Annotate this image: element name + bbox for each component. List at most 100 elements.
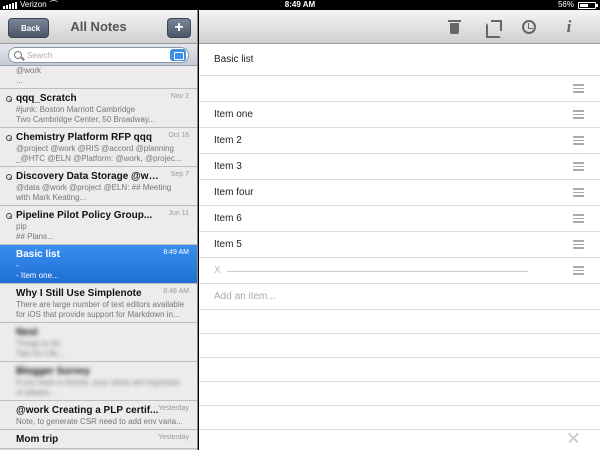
checklist-item[interactable]: Item one [199, 102, 600, 128]
checklist-item-text: Item one [214, 109, 253, 120]
ruled-line [199, 310, 600, 334]
note-preview-line: Tips for Life... [16, 349, 65, 358]
note-title: Blogger Survey [16, 366, 90, 377]
search-icon [14, 51, 22, 59]
note-list-item[interactable]: Chemistry Platform RFP qqq Oct 16 @project… [0, 128, 197, 167]
note-list-item[interactable]: Nest Things to do Tips for Life... [0, 323, 197, 362]
drag-handle-icon[interactable] [573, 240, 584, 249]
note-preview-line: plp [16, 222, 27, 231]
drag-handle-icon[interactable] [573, 136, 584, 145]
checklist-items: Item one Item 2 Item 3 Item four Item 6 Item … [199, 76, 600, 450]
sidebar-header: All Notes Back + [0, 10, 197, 44]
checklist-item[interactable]: Item 3 [199, 154, 600, 180]
battery-icon [578, 2, 598, 9]
note-preview-line: @work [16, 66, 42, 75]
note-title: Chemistry Platform RFP qqq [16, 132, 152, 143]
checklist-item-text: Item 5 [214, 239, 242, 250]
checklist-item[interactable]: X [199, 258, 600, 284]
note-preview-line: Things to do [16, 339, 61, 348]
note-editor: i Basic list Item one Item 2 Item 3 Item fo… [199, 10, 600, 450]
note-date: Jun 11 [168, 210, 190, 217]
note-list-item[interactable]: @work... [0, 66, 197, 89]
note-date: Yesterday [158, 405, 189, 412]
checklist-item[interactable] [199, 76, 600, 102]
checklist-item[interactable]: Item 5 [199, 232, 600, 258]
battery-fill [580, 4, 588, 7]
note-preview-line: Note, to generate CSR need to add env va… [16, 417, 183, 426]
battery-percent: 56% [557, 0, 574, 9]
checklist-item[interactable]: Item 2 [199, 128, 600, 154]
info-icon[interactable]: i [561, 18, 577, 35]
editor-toolbar: i [199, 10, 600, 44]
note-title: Discovery Data Storage @work... [16, 171, 173, 182]
note-list-item[interactable]: @work Creating a PLP certif... Yesterday N… [0, 401, 197, 430]
search-box[interactable] [8, 47, 189, 63]
note-title: Nest [16, 327, 38, 338]
note-date: Nov 2 [170, 93, 189, 100]
search-input[interactable] [27, 48, 167, 62]
fullscreen-icon[interactable] [567, 431, 580, 444]
note-date: 8:48 AM [163, 288, 189, 295]
note-preview-line: _@HTC @ELN @Platform: @work, @projec... [16, 154, 182, 163]
ruled-line [199, 406, 600, 430]
checklist-item-text: Item 6 [214, 213, 242, 224]
note-preview-line: - [16, 261, 19, 270]
ruled-line [199, 358, 600, 382]
note-title: Pipeline Pilot Policy Group... [16, 210, 153, 221]
note-list-item[interactable]: Discovery Data Storage @work... Sep 7 @dat… [0, 167, 197, 206]
trash-icon[interactable] [447, 19, 463, 35]
checklist-item-text: Item 3 [214, 161, 242, 172]
add-item-field[interactable]: Add an item... [199, 284, 600, 310]
status-time: 8:49 AM [284, 0, 316, 9]
ruled-line [199, 430, 600, 450]
note-preview-line: or please... [16, 388, 56, 397]
add-note-button[interactable]: + [167, 18, 191, 38]
pin-icon [6, 135, 12, 141]
note-list-item[interactable]: Pipeline Pilot Policy Group... Jun 11 plp #… [0, 206, 197, 245]
drag-handle-icon[interactable] [573, 188, 584, 197]
strikethrough-line [227, 271, 528, 272]
share-icon[interactable] [485, 19, 502, 38]
note-preview-line: ## Plans... [16, 232, 54, 241]
note-preview-line: There are large number of text editors a… [16, 300, 185, 309]
drag-handle-icon[interactable] [573, 84, 584, 93]
note-title: qqq_Scratch [16, 93, 77, 104]
note-title[interactable]: Basic list [199, 44, 600, 76]
note-preview-line: for iOS that provide support for Markdow… [16, 310, 180, 319]
ruled-line [199, 382, 600, 406]
note-preview-line: Two Cambridge Center, 50 Broadway... [16, 115, 156, 124]
bookmarks-icon[interactable] [170, 49, 186, 61]
note-list-item[interactable]: Mom trip Yesterday [0, 430, 197, 449]
back-button[interactable]: Back [8, 18, 50, 38]
note-date: 8:49 AM [163, 249, 189, 256]
note-preview-line: @data @work @project @ELN: ## Meeting [16, 183, 172, 192]
note-list: @work... qqq_Scratch Nov 2 #junk: Boston Ma… [0, 66, 197, 449]
drag-handle-icon[interactable] [573, 162, 584, 171]
note-list-item[interactable]: Why I Still Use Simplenote 8:48 AM There a… [0, 284, 197, 323]
ruled-line [199, 334, 600, 358]
note-preview-line: #junk: Boston Marriott Cambridge [16, 105, 136, 114]
note-list-item[interactable]: Blogger Survey If you have a minute, your… [0, 362, 197, 401]
pin-icon [6, 174, 12, 180]
notes-sidebar: All Notes Back + @work... qqq_Scratch Nov … [0, 10, 198, 450]
checklist-item[interactable]: Item 6 [199, 206, 600, 232]
drag-handle-icon[interactable] [573, 266, 584, 275]
search-bar [0, 44, 197, 66]
checklist-item[interactable]: Item four [199, 180, 600, 206]
clock-icon[interactable] [521, 19, 537, 35]
note-date: Yesterday [158, 434, 189, 441]
note-preview-line: ... [16, 76, 23, 85]
status-bar: Verizon ⌒ 8:49 AM 56% [0, 0, 600, 10]
note-list-item[interactable]: qqq_Scratch Nov 2 #junk: Boston Marriott C… [0, 89, 197, 128]
drag-handle-icon[interactable] [573, 214, 584, 223]
checklist-item-text: X [214, 265, 221, 276]
pin-icon [6, 96, 12, 102]
checklist-item-text: Item four [214, 187, 254, 198]
note-preview-line: If you have a minute, your views are imp… [16, 378, 180, 387]
pin-icon [6, 213, 12, 219]
note-preview-line: with Mark Keating... [16, 193, 87, 202]
note-date: Oct 16 [168, 132, 189, 139]
note-date: Sep 7 [170, 171, 189, 178]
drag-handle-icon[interactable] [573, 110, 584, 119]
note-list-item[interactable]: Basic list 8:49 AM - - Item one... [0, 245, 197, 284]
